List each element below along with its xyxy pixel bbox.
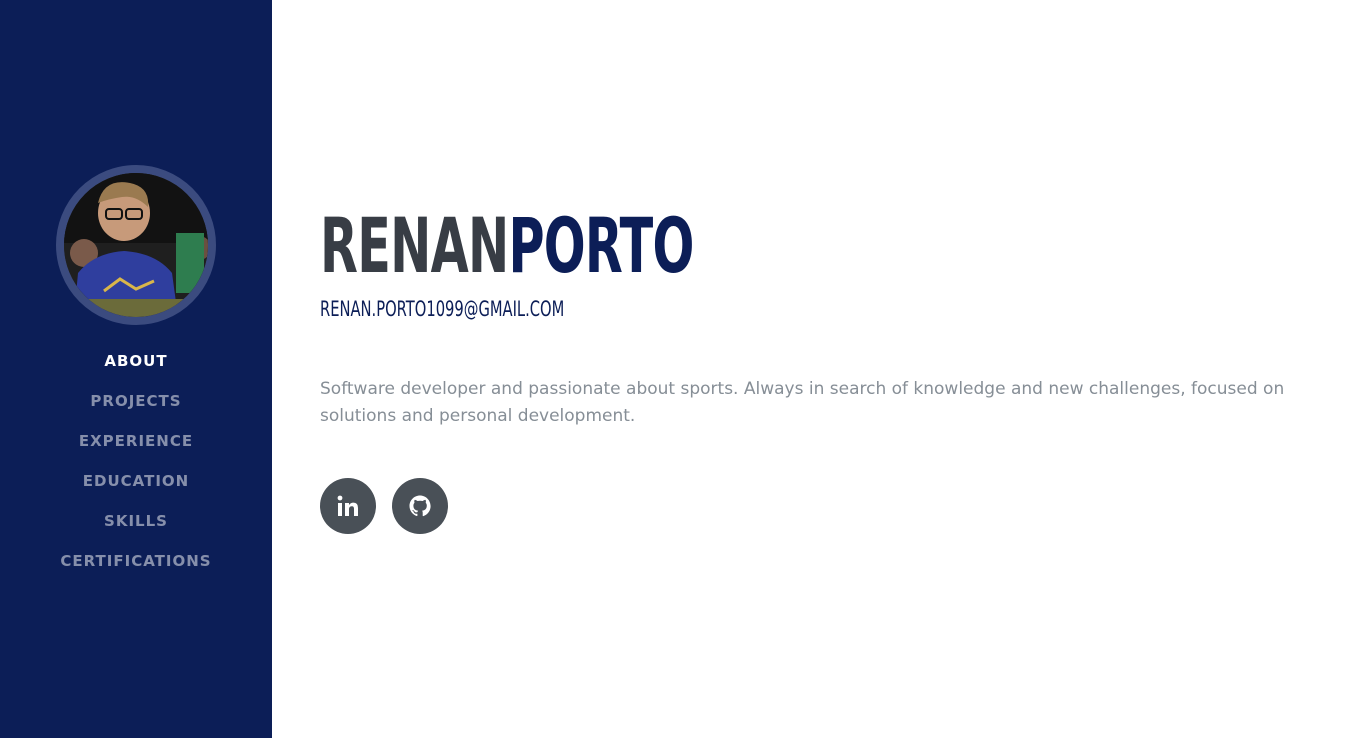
github-button[interactable] [392,478,448,534]
sidebar: ABOUT PROJECTS EXPERIENCE EDUCATION SKIL… [0,0,272,738]
last-name: PORTO [508,201,694,290]
nav-item-education[interactable]: EDUCATION [0,461,272,501]
nav-item-about[interactable]: ABOUT [0,341,272,381]
nav-item-experience[interactable]: EXPERIENCE [0,421,272,461]
avatar[interactable] [56,165,216,325]
nav-item-certifications[interactable]: CERTIFICATIONS [0,541,272,581]
nav-menu: ABOUT PROJECTS EXPERIENCE EDUCATION SKIL… [0,341,272,581]
bio-text: Software developer and passionate about … [320,379,1285,426]
linkedin-button[interactable] [320,478,376,534]
email-link[interactable]: RENAN.PORTO1099@GMAIL.COM [320,297,564,321]
avatar-photo [64,173,208,317]
nav-item-projects[interactable]: PROJECTS [0,381,272,421]
nav-item-skills[interactable]: SKILLS [0,501,272,541]
page-title: RENANPORTO [320,200,694,292]
github-icon [409,495,431,517]
first-name: RENAN [320,201,509,290]
social-links [320,478,448,534]
linkedin-icon [337,495,358,516]
